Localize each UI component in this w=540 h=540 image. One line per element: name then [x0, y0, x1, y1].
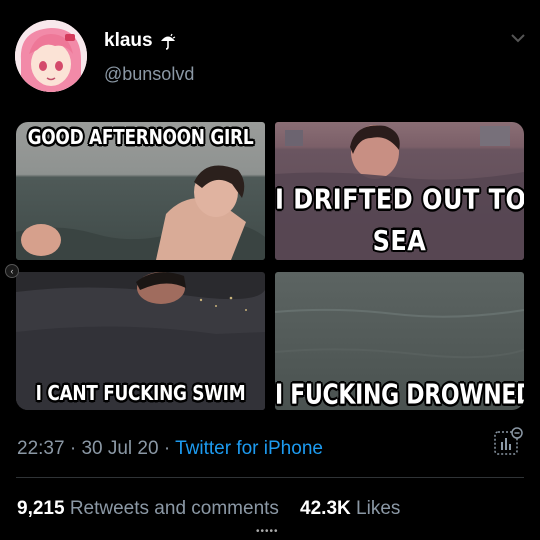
likes-stat[interactable]: 42.3K Likes: [300, 498, 400, 519]
meme-image-3[interactable]: I CANT FUCKING SWIM: [16, 272, 265, 410]
analytics-icon[interactable]: [492, 426, 524, 458]
meta-separator: ·: [158, 438, 176, 459]
meme-caption-2-line2: SEA: [372, 224, 427, 257]
avatar[interactable]: [15, 20, 87, 92]
anime-girl-avatar-icon: [15, 20, 87, 92]
meme-caption-3: I CANT FUCKING SWIM: [35, 382, 246, 406]
tweet-stats: 9,215 Retweets and comments 42.3K Likes: [17, 498, 400, 520]
page-indicator-dots: •••••: [256, 526, 279, 537]
meme-image-1[interactable]: GOOD AFTERNOON GIRL: [16, 122, 265, 260]
display-name[interactable]: klaus: [104, 30, 177, 52]
tweet-meta: 22:37 · 30 Jul 20 · Twitter for iPhone: [17, 438, 323, 460]
meme-caption-2: I DRIFTED OUT TO SEA: [275, 179, 524, 260]
tweet-date[interactable]: 30 Jul 20: [81, 438, 158, 459]
tweet-media-grid: GOOD AFTERNOON GIRL I DRIFTED OUT TO SEA: [0, 122, 540, 412]
user-handle[interactable]: @bunsolvd: [104, 64, 194, 85]
display-name-text: klaus: [104, 30, 153, 51]
meme-image-2[interactable]: I DRIFTED OUT TO SEA: [275, 122, 524, 260]
retweets-count: 9,215: [17, 498, 65, 519]
chevron-down-icon[interactable]: [510, 32, 526, 44]
chevron-left-icon: ‹: [10, 266, 14, 276]
meme-caption-4: I FUCKING DROWNED: [275, 379, 524, 410]
tweet-source-link[interactable]: Twitter for iPhone: [175, 438, 323, 459]
likes-count: 42.3K: [300, 498, 351, 519]
meme-image-4[interactable]: I FUCKING DROWNED: [275, 272, 524, 410]
tweet-time[interactable]: 22:37: [17, 438, 65, 459]
meme-caption-1: GOOD AFTERNOON GIRL: [27, 126, 254, 150]
likes-label: Likes: [356, 498, 401, 519]
meta-separator: ·: [64, 438, 82, 459]
divider: [16, 477, 524, 478]
umbrella-icon: [160, 33, 175, 50]
retweets-label: Retweets and comments: [69, 498, 279, 519]
retweets-stat[interactable]: 9,215 Retweets and comments: [17, 498, 279, 519]
meme-caption-2-line1: I DRIFTED OUT TO: [275, 183, 524, 216]
carousel-prev-button[interactable]: ‹: [5, 264, 19, 278]
